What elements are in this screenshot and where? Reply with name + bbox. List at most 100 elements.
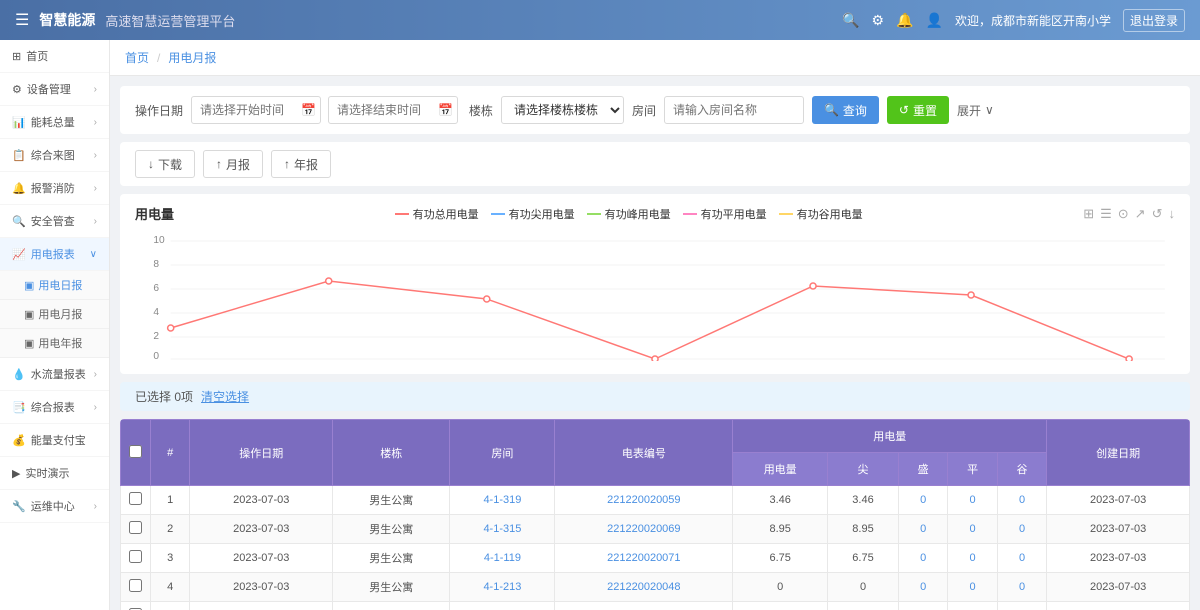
row-checkbox-cell[interactable] <box>121 573 151 602</box>
search-btn-icon: 🔍 <box>824 103 839 117</box>
expand-filter[interactable]: 展开 ∨ <box>957 102 994 119</box>
date-filter-label: 操作日期 <box>135 102 183 119</box>
row-create-date: 2023-07-03 <box>1047 486 1190 515</box>
table-header-checkbox <box>121 420 151 486</box>
row-checkbox-cell[interactable] <box>121 544 151 573</box>
chart-tool-2[interactable]: ☰ <box>1100 206 1112 222</box>
row-meter[interactable]: 221220020048 <box>555 573 733 602</box>
sidebar-item-inspect[interactable]: 🔍 安全管查 › <box>0 205 109 238</box>
sidebar-item-daily[interactable]: ▣ 用电日报 <box>0 271 109 300</box>
row-date: 2023-07-03 <box>190 573 333 602</box>
chart-tools: ⊞ ☰ ⊙ ↗ ↺ ↓ <box>1083 206 1175 222</box>
monthly-export-button[interactable]: ↑ 月报 <box>203 150 263 178</box>
row-checkbox-cell[interactable] <box>121 515 151 544</box>
sidebar-item-device[interactable]: ⚙ 设备管理 › <box>0 73 109 106</box>
row-meter[interactable]: 221220020069 <box>555 515 733 544</box>
app-title: 高速智慧运营管理平台 <box>105 11 235 30</box>
sidebar-item-realtime[interactable]: ▶ 实时演示 <box>0 457 109 490</box>
svg-text:8: 8 <box>153 259 159 270</box>
row-checkbox[interactable] <box>129 579 142 592</box>
row-date: 2023-07-03 <box>190 602 333 610</box>
sidebar-item-alarm[interactable]: 🔔 报警消防 › <box>0 172 109 205</box>
sidebar-item-home[interactable]: ⊞ 首页 <box>0 40 109 73</box>
logout-button[interactable]: 退出登录 <box>1123 9 1185 32</box>
row-checkbox-cell[interactable] <box>121 602 151 610</box>
select-all-checkbox[interactable] <box>129 445 142 458</box>
row-date: 2023-07-03 <box>190 544 333 573</box>
row-peak: 0 <box>898 573 947 602</box>
sidebar-item-center[interactable]: 🔧 运维中心 › <box>0 490 109 523</box>
legend-tip: 有功尖用电量 <box>491 206 575 222</box>
settings-icon[interactable]: ⚙ <box>872 12 885 29</box>
yearly-export-button[interactable]: ↑ 年报 <box>271 150 331 178</box>
table-header-room: 房间 <box>450 420 555 486</box>
chart-tool-3[interactable]: ⊙ <box>1118 206 1129 222</box>
sidebar-item-yearly[interactable]: ▣ 用电年报 <box>0 329 109 358</box>
row-create-date: 2023-07-03 <box>1047 544 1190 573</box>
app-logo: 智慧能源 <box>39 10 95 30</box>
sidebar-item-echarge[interactable]: 💰 能量支付宝 <box>0 424 109 457</box>
row-checkbox[interactable] <box>129 492 142 505</box>
row-create-date: 2023-07-03 <box>1047 602 1190 610</box>
row-meter[interactable]: 221220020025 <box>555 602 733 610</box>
sidebar-item-electricity[interactable]: 📈 用电报表 ∨ <box>0 238 109 271</box>
yearly-icon: ▣ <box>24 337 34 350</box>
row-meter[interactable]: 221220020059 <box>555 486 733 515</box>
row-num: 1 <box>151 486 190 515</box>
menu-icon[interactable]: ☰ <box>15 10 29 30</box>
chart-tool-4[interactable]: ↗ <box>1135 206 1146 222</box>
row-create-date: 2023-07-03 <box>1047 515 1190 544</box>
row-peak: 0 <box>898 544 947 573</box>
row-room[interactable]: 4-1-119 <box>450 544 555 573</box>
row-meter[interactable]: 221220020071 <box>555 544 733 573</box>
row-room[interactable]: 4-1-412 <box>450 602 555 610</box>
table-body: 1 2023-07-03 男生公寓 4-1-319 221220020059 3… <box>121 486 1190 610</box>
search-button[interactable]: 🔍 查询 <box>812 96 879 124</box>
header-right: 🔍 ⚙ 🔔 👤 欢迎，成都市新能区开南小学 退出登录 <box>842 9 1185 32</box>
breadcrumb-current: 用电月报 <box>168 49 216 66</box>
header-left: ☰ 智慧能源 高速智慧运营管理平台 <box>15 10 235 30</box>
row-checkbox[interactable] <box>129 550 142 563</box>
chart-tool-1[interactable]: ⊞ <box>1083 206 1094 222</box>
sidebar-submenu-electricity: ▣ 用电日报 ▣ 用电月报 ▣ 用电年报 <box>0 271 109 358</box>
chart-tool-5[interactable]: ↺ <box>1152 206 1163 222</box>
table-subheader-total: 用电量 <box>733 453 828 486</box>
bell-icon[interactable]: 🔔 <box>896 12 913 29</box>
row-room[interactable]: 4-1-213 <box>450 573 555 602</box>
date-range-group: 📅 📅 <box>191 96 461 124</box>
row-building: 男生公寓 <box>333 515 450 544</box>
energy-icon: 📊 <box>12 116 26 129</box>
row-checkbox[interactable] <box>129 521 142 534</box>
legend-flat: 有功平用电量 <box>683 206 767 222</box>
row-checkbox-cell[interactable] <box>121 486 151 515</box>
row-num: 3 <box>151 544 190 573</box>
selected-count: 已选择 0项 <box>135 388 193 405</box>
building-select[interactable]: 请选择楼栋楼栋 男生公寓 女生公寓 <box>501 96 624 124</box>
row-room[interactable]: 4-1-319 <box>450 486 555 515</box>
row-date: 2023-07-03 <box>190 515 333 544</box>
download-button[interactable]: ↓ 下载 <box>135 150 195 178</box>
chevron-right-icon: › <box>94 117 97 128</box>
breadcrumb-home[interactable]: 首页 <box>125 49 149 66</box>
config-icon: 📋 <box>12 149 26 162</box>
export-bar: ↓ 下载 ↑ 月报 ↑ 年报 <box>120 142 1190 186</box>
legend-valley: 有功谷用电量 <box>779 206 863 222</box>
table-subheader-valley: 谷 <box>997 453 1046 486</box>
clear-selection-link[interactable]: 清空选择 <box>201 388 249 405</box>
device-icon: ⚙ <box>12 83 22 96</box>
sidebar-item-config[interactable]: 📋 综合来图 › <box>0 139 109 172</box>
search-icon[interactable]: 🔍 <box>842 12 859 29</box>
sidebar-item-monthly[interactable]: ▣ 用电月报 <box>0 300 109 329</box>
sidebar-item-comprehensive[interactable]: 📑 综合报表 › <box>0 391 109 424</box>
date-calendar-end-icon[interactable]: 📅 <box>438 103 453 117</box>
chevron-down2-icon: ∨ <box>90 249 97 260</box>
sidebar-item-energy[interactable]: 📊 能耗总量 › <box>0 106 109 139</box>
room-input[interactable] <box>664 96 804 124</box>
chart-tool-6[interactable]: ↓ <box>1168 206 1175 222</box>
row-room[interactable]: 4-1-315 <box>450 515 555 544</box>
reset-button[interactable]: ↺ 重置 <box>887 96 949 124</box>
date-calendar-start-icon[interactable]: 📅 <box>301 103 316 117</box>
chevron-right4-icon: › <box>94 216 97 227</box>
sidebar-item-water[interactable]: 💧 水流量报表 › <box>0 358 109 391</box>
row-peak: 0 <box>898 486 947 515</box>
